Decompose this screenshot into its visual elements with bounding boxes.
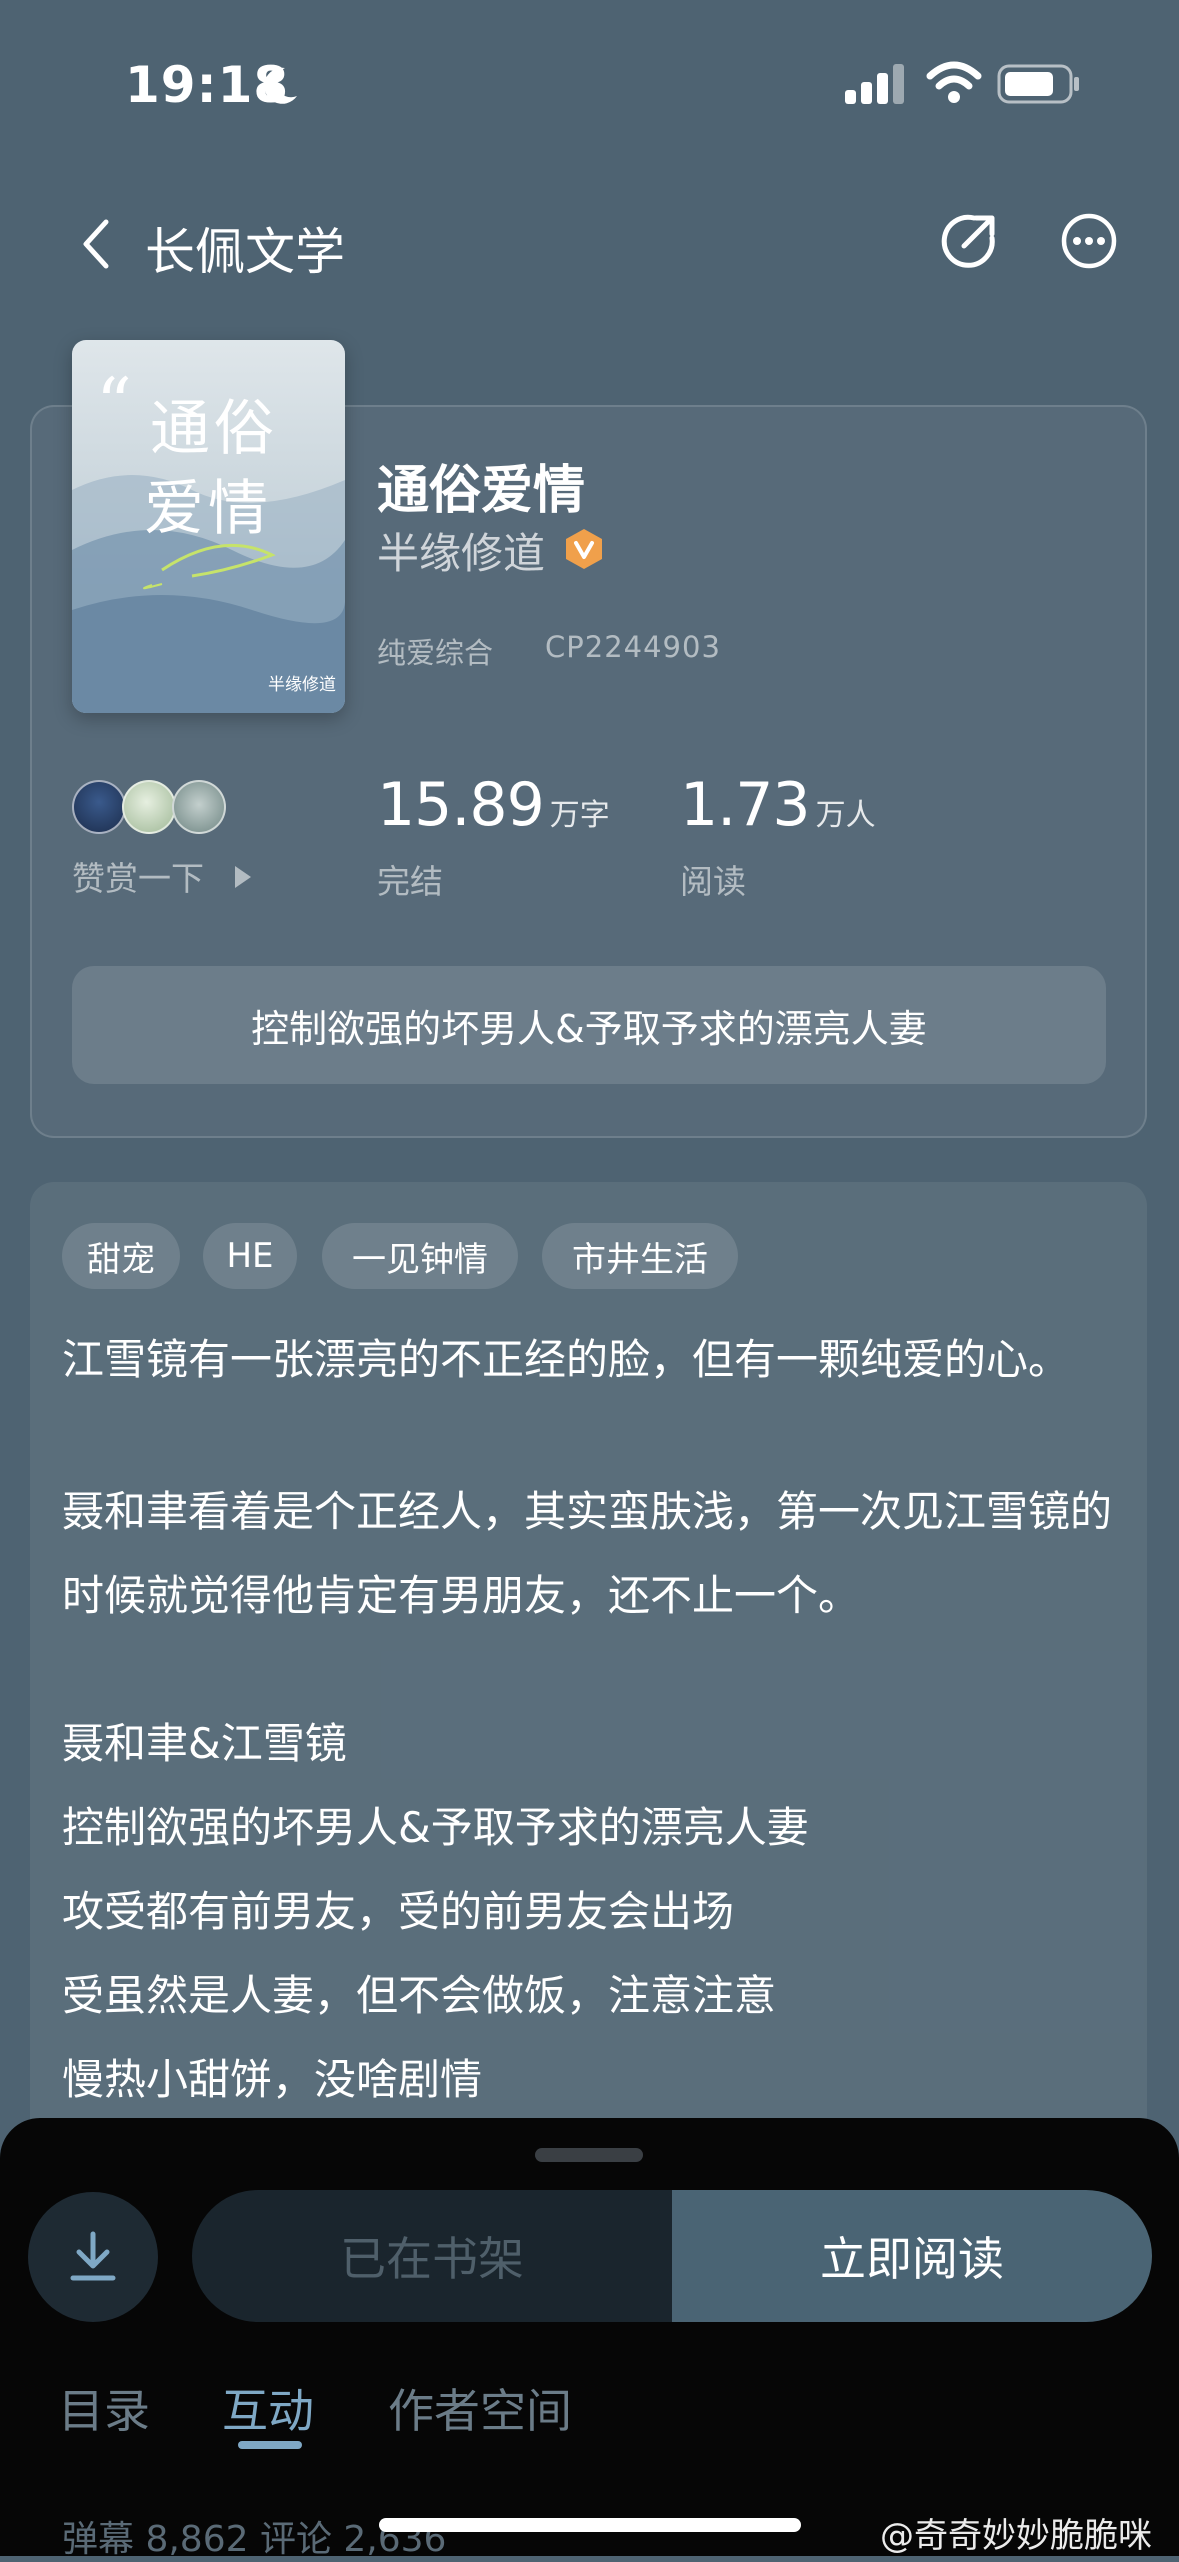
verified-badge-icon [566, 529, 602, 569]
read-now-button[interactable]: 立即阅读 [672, 2190, 1152, 2322]
download-icon [70, 2231, 116, 2281]
tab-interaction[interactable]: 互动 [222, 2375, 314, 2441]
book-category: 纯爱综合 [377, 636, 494, 670]
sheet-drag-handle[interactable] [535, 2148, 643, 2162]
description-line: 控制欲强的坏男人&予取予求的漂亮人妻 [62, 1803, 809, 1852]
word-count-value: 15.89 [377, 770, 545, 840]
supporter-avatar[interactable] [172, 780, 226, 834]
tab-author-space[interactable]: 作者空间 [388, 2375, 572, 2441]
tag-chip[interactable]: 一见钟情 [322, 1223, 518, 1289]
cover-author: 半缘修道 [268, 675, 336, 695]
description-paragraph: 江雪镜有一张漂亮的不正经的脸，但有一颗纯爱的心。 [62, 1335, 1071, 1384]
watermark: @奇奇妙妙脆脆咪 [880, 2516, 1152, 2556]
svg-text:“: “ [96, 363, 132, 445]
description-line: 慢热小甜饼，没啥剧情 [62, 2055, 483, 2104]
read-count-unit: 万人 [815, 798, 876, 833]
active-tab-indicator [238, 2441, 302, 2449]
tag-chip[interactable]: 甜宠 [62, 1223, 180, 1289]
description-line: 受虽然是人妻，但不会做饭，注意注意 [62, 1971, 777, 2020]
tab-contents[interactable]: 目录 [58, 2375, 150, 2441]
supporter-avatar[interactable] [122, 780, 176, 834]
download-button[interactable] [28, 2192, 158, 2322]
description-line: 聂和聿&江雪镜 [62, 1719, 347, 1768]
cover-title-line1: 通俗 [150, 394, 278, 464]
supporter-avatar[interactable] [72, 780, 126, 834]
more-icon[interactable] [1060, 212, 1118, 270]
read-count: 1.73 万人 [680, 770, 876, 840]
wifi-icon [926, 61, 982, 103]
word-count: 15.89 万字 [377, 770, 610, 840]
completion-status: 完结 [377, 862, 443, 901]
nav-title: 长佩文学 [145, 223, 345, 281]
moon-icon [264, 67, 297, 104]
tag-chip[interactable]: 市井生活 [542, 1223, 738, 1289]
description-line: 攻受都有前男友，受的前男友会出场 [62, 1887, 735, 1936]
tag-chip[interactable]: HE [203, 1223, 297, 1289]
home-indicator[interactable] [379, 2518, 801, 2532]
book-cover[interactable]: “ 通俗 爱情 半缘修道 [72, 340, 345, 713]
tagline-box: 控制欲强的坏男人&予取予求的漂亮人妻 [72, 966, 1106, 1084]
description-paragraph: 聂和聿看着是个正经人，其实蛮肤浅，第一次见江雪镜的时候就觉得他肯定有男朋友，还不… [62, 1487, 1113, 1620]
read-count-value: 1.73 [680, 770, 811, 840]
bottom-sheet [0, 2118, 1179, 2556]
back-icon[interactable] [78, 218, 114, 270]
reward-link[interactable]: 赞赏一下 [72, 852, 204, 900]
reward-arrow-icon [235, 866, 251, 888]
battery-icon [997, 64, 1079, 104]
cellular-signal-icon [845, 64, 904, 104]
book-title: 通俗爱情 [377, 461, 586, 521]
on-shelf-button[interactable]: 已在书架 [192, 2190, 672, 2322]
cover-title-line2: 爱情 [144, 474, 272, 544]
word-count-unit: 万字 [549, 798, 610, 833]
share-icon[interactable] [940, 212, 998, 270]
read-label: 阅读 [680, 862, 746, 901]
author-name[interactable]: 半缘修道 [377, 520, 545, 581]
book-cp-id: CP2244903 [545, 630, 721, 664]
